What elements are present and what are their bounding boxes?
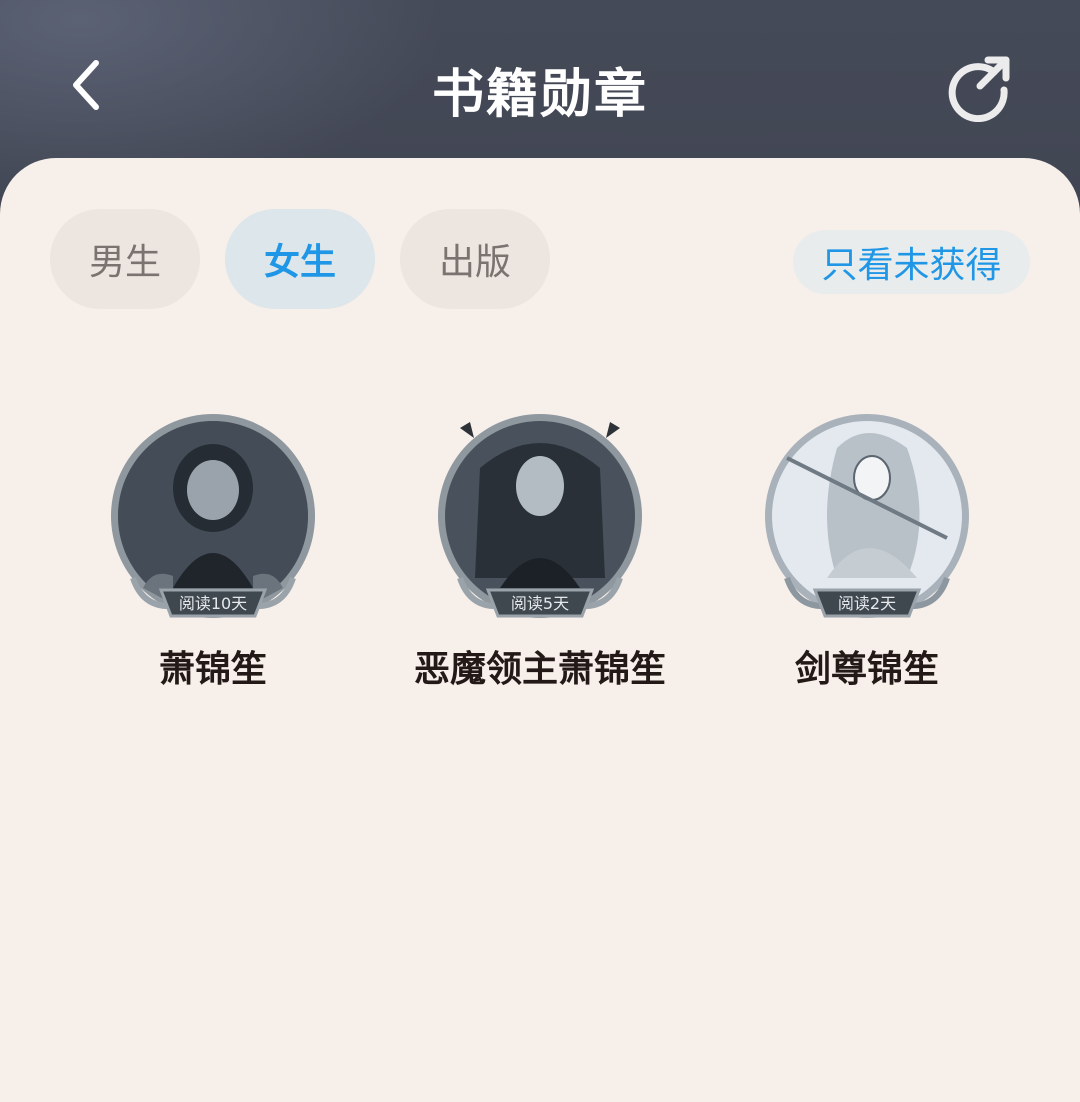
tab-male[interactable]: 男生 [50,209,200,309]
medal-item[interactable]: 阅读5天 恶魔领主萧锦笙 [410,408,670,692]
top-bar: 书籍勋章 [0,0,1080,170]
medal-name: 剑尊锦笙 [794,649,939,690]
medal-badge-image: 阅读5天 [438,414,642,618]
medal-name: 恶魔领主萧锦笙 [413,649,666,690]
tab-female[interactable]: 女生 [225,209,375,309]
medal-item[interactable]: 阅读10天 萧锦笙 [83,408,343,692]
page-title: 书籍勋章 [431,65,648,125]
medal-badge-label: 阅读5天 [511,594,569,613]
tab-publish[interactable]: 出版 [400,209,550,309]
medal-badge-label: 阅读2天 [838,594,896,613]
category-tabs: 男生 女生 出版 [50,209,575,309]
share-arrow-icon [948,56,1010,123]
medal-panel: 男生 女生 出版 只看未获得 阅读10天 萧锦笙 阅读5天 恶魔领主萧锦笙 阅读… [0,158,1080,1102]
medal-item[interactable]: 阅读2天 剑尊锦笙 [737,408,997,692]
medal-badge-image: 阅读2天 [765,414,969,618]
unearned-filter-button[interactable]: 只看未获得 [793,230,1030,294]
medal-badge-image: 阅读10天 [111,414,315,618]
medal-badge-label: 阅读10天 [179,594,247,613]
share-button[interactable] [944,50,1016,123]
medal-name: 萧锦笙 [158,649,267,690]
